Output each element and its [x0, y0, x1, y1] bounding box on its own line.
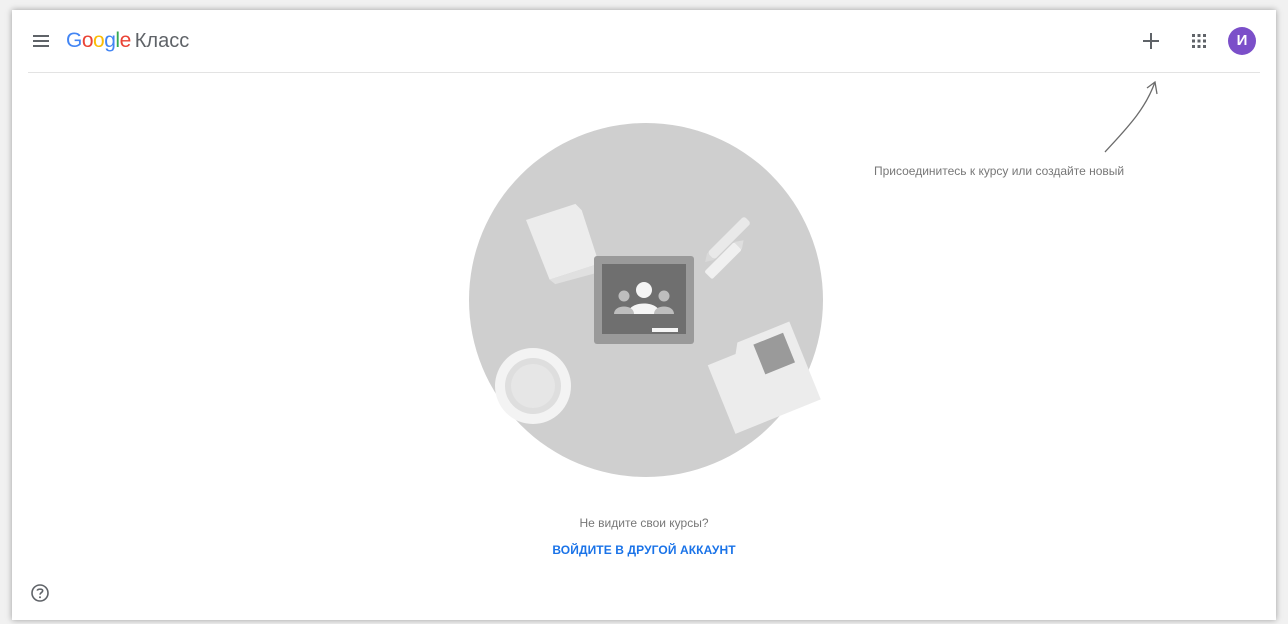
no-courses-text: Не видите свои курсы?	[579, 516, 709, 530]
add-course-button[interactable]	[1138, 28, 1164, 54]
help-button[interactable]	[30, 583, 50, 603]
product-name: Класс	[134, 30, 190, 52]
empty-state-illustration	[469, 123, 823, 477]
google-letter: o	[81, 29, 94, 52]
google-classroom-board-icon	[594, 256, 694, 344]
join-create-hint: Присоединитесь к курсу или создайте новы…	[874, 164, 1125, 178]
apps-grid-icon	[1192, 34, 1206, 48]
google-apps-button[interactable]	[1188, 30, 1210, 52]
google-letter: e	[119, 29, 132, 52]
hint-arrow-icon	[1104, 80, 1158, 153]
hamburger-menu-icon	[33, 35, 49, 37]
switch-account-link[interactable]: ВОЙДИТЕ В ДРУГОЙ АККАУНТ	[12, 543, 1276, 557]
app-window: Google Класс И Присоединитесь к курсу ил…	[12, 10, 1276, 620]
google-letter: g	[104, 29, 116, 52]
google-letter: G	[66, 29, 82, 52]
top-app-bar: Google Класс И	[28, 10, 1260, 73]
plus-icon	[1143, 33, 1159, 49]
help-circle-icon	[31, 584, 49, 602]
classroom-logo[interactable]: Google Класс	[66, 29, 189, 55]
main-menu-button[interactable]	[30, 30, 52, 52]
google-letter: o	[93, 29, 105, 52]
google-wordmark: Google	[66, 29, 131, 53]
account-avatar[interactable]: И	[1228, 27, 1256, 55]
coffee-cup-icon	[495, 348, 571, 424]
